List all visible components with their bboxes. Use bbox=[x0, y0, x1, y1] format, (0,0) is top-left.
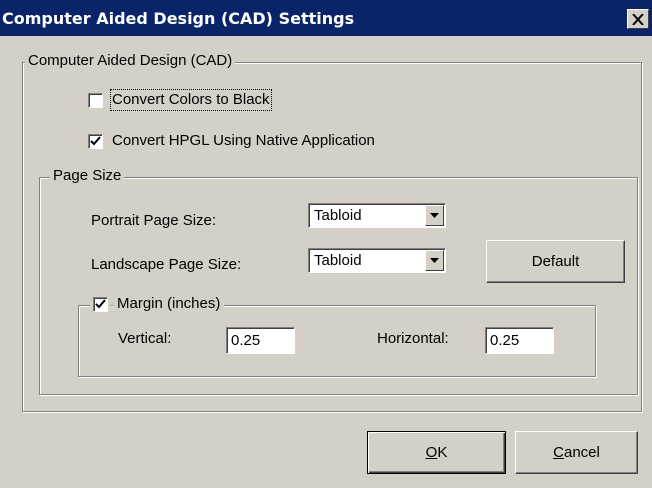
cad-group-legend: Computer Aided Design (CAD) bbox=[25, 52, 236, 70]
checkmark-icon bbox=[90, 136, 101, 146]
margin-checkbox[interactable] bbox=[93, 297, 108, 312]
vertical-margin-input[interactable]: 0.25 bbox=[226, 327, 295, 354]
horizontal-margin-value: 0.25 bbox=[490, 332, 520, 349]
cad-settings-dialog: Computer Aided Design (CAD) Settings Com… bbox=[0, 0, 652, 488]
portrait-page-size-label: Portrait Page Size: bbox=[91, 212, 217, 229]
convert-hpgl-checkbox[interactable] bbox=[88, 134, 103, 149]
margin-label[interactable]: Margin (inches) bbox=[113, 295, 225, 313]
vertical-margin-label: Vertical: bbox=[118, 330, 172, 347]
chevron-down-icon bbox=[430, 258, 439, 263]
portrait-page-size-value: Tabloid bbox=[314, 207, 362, 224]
convert-colors-checkbox[interactable] bbox=[88, 93, 103, 108]
portrait-page-size-select[interactable]: Tabloid bbox=[308, 203, 446, 228]
page-size-legend: Page Size bbox=[50, 167, 125, 185]
cancel-button[interactable]: Cancel bbox=[515, 431, 638, 474]
window-title: Computer Aided Design (CAD) Settings bbox=[2, 9, 355, 28]
landscape-page-size-select[interactable]: Tabloid bbox=[308, 248, 446, 273]
default-button[interactable]: Default bbox=[486, 240, 625, 283]
default-button-label: Default bbox=[531, 253, 580, 270]
close-button[interactable] bbox=[627, 9, 649, 29]
landscape-page-size-label: Landscape Page Size: bbox=[91, 256, 242, 273]
portrait-dropdown-button[interactable] bbox=[425, 205, 444, 226]
horizontal-margin-label: Horizontal: bbox=[377, 330, 449, 347]
checkmark-icon bbox=[95, 299, 106, 309]
cancel-button-label: Cancel bbox=[553, 444, 600, 461]
title-bar[interactable]: Computer Aided Design (CAD) Settings bbox=[0, 0, 652, 36]
landscape-page-size-value: Tabloid bbox=[314, 252, 362, 269]
convert-hpgl-label[interactable]: Convert HPGL Using Native Application bbox=[112, 132, 375, 150]
vertical-margin-value: 0.25 bbox=[231, 332, 261, 349]
close-icon bbox=[632, 13, 644, 25]
horizontal-margin-input[interactable]: 0.25 bbox=[485, 327, 554, 354]
landscape-dropdown-button[interactable] bbox=[425, 250, 444, 271]
ok-button-label: OK bbox=[425, 444, 448, 461]
convert-colors-label[interactable]: Convert Colors to Black bbox=[110, 89, 272, 111]
ok-button[interactable]: OK bbox=[367, 431, 506, 474]
chevron-down-icon bbox=[430, 213, 439, 218]
